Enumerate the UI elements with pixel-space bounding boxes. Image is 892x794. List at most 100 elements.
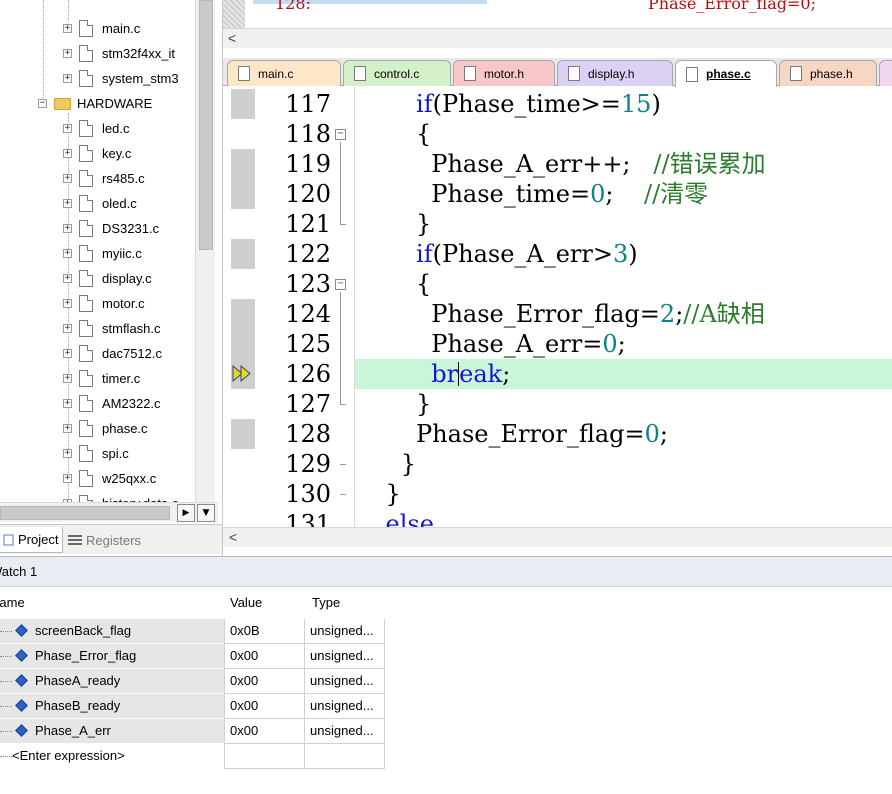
tree-item-oled-c[interactable]: + oled.c — [63, 191, 137, 216]
scroll-down-icon[interactable]: ▼ — [197, 504, 215, 522]
code-line[interactable]: if(Phase_time>=15) — [355, 89, 892, 119]
watch-name-cell[interactable]: screenBack_flag — [0, 619, 224, 643]
tab-next[interactable] — [879, 60, 892, 86]
breakpoint-margin[interactable] — [231, 179, 255, 209]
fold-toggle-icon[interactable]: − — [335, 279, 346, 290]
column-header-type[interactable]: Type — [312, 591, 340, 615]
tree-item-display-c[interactable]: + display.c — [63, 266, 152, 291]
expand-icon[interactable]: + — [63, 299, 72, 308]
watch-value-cell[interactable]: 0x0B — [224, 619, 305, 644]
code-line[interactable]: Phase_Error_flag=2;//A缺相 — [355, 299, 892, 329]
tree-item-main-c[interactable]: + main.c — [63, 16, 140, 41]
expand-icon[interactable]: + — [63, 324, 72, 333]
tab-project[interactable]: Project — [0, 527, 64, 553]
tab-phase-c[interactable]: phase.c — [675, 60, 777, 87]
tree-item-stm32f4xx-it[interactable]: + stm32f4xx_it — [63, 41, 175, 66]
tree-item-system-stm32[interactable]: + system_stm3 — [63, 66, 179, 91]
expand-icon[interactable]: + — [63, 149, 72, 158]
fold-toggle-icon[interactable]: − — [335, 129, 346, 140]
scroll-left-icon[interactable]: < — [228, 30, 236, 46]
tree-horizontal-scrollbar[interactable]: ▶ ▼ — [0, 502, 218, 522]
watch-name-cell[interactable]: PhaseB_ready — [0, 694, 224, 718]
expand-icon[interactable]: + — [63, 49, 72, 58]
expand-icon[interactable]: + — [63, 424, 72, 433]
scrollbar-thumb[interactable] — [0, 506, 170, 520]
tree-item-am2322-c[interactable]: + AM2322.c — [63, 391, 161, 416]
expand-icon[interactable]: + — [63, 174, 72, 183]
breakpoint-margin[interactable] — [231, 329, 255, 359]
tree-item-led-c[interactable]: + led.c — [63, 116, 129, 141]
expand-icon[interactable]: + — [63, 374, 72, 383]
code-line[interactable]: if(Phase_A_err>3) — [355, 239, 892, 269]
code-line[interactable]: Phase_time=0; //清零 — [355, 179, 892, 209]
expand-icon[interactable]: + — [63, 349, 72, 358]
expand-icon[interactable]: + — [63, 449, 72, 458]
expand-icon[interactable]: + — [63, 74, 72, 83]
expand-icon[interactable]: + — [63, 399, 72, 408]
code-line[interactable]: Phase_A_err++; //错误累加 — [355, 149, 892, 179]
code-line[interactable]: Phase_A_err=0; — [355, 329, 892, 359]
scroll-left-icon[interactable]: < — [229, 529, 237, 545]
scroll-right-icon[interactable]: ▶ — [177, 504, 195, 522]
watch-value-cell[interactable]: 0x00 — [224, 719, 305, 744]
breakpoint-margin[interactable] — [231, 239, 255, 269]
tree-folder-label: HARDWARE — [77, 96, 153, 111]
code-horizontal-scrollbar[interactable]: < — [223, 527, 892, 547]
tab-registers[interactable]: Registers — [64, 527, 145, 553]
code-line[interactable]: } — [355, 209, 892, 239]
watch-name-cell[interactable]: Phase_A_err — [0, 719, 224, 743]
tab-display-h[interactable]: display.h — [557, 60, 673, 86]
peek-horizontal-scrollbar[interactable]: < — [223, 28, 892, 48]
scrollbar-thumb[interactable] — [199, 0, 213, 250]
expand-icon[interactable]: + — [63, 199, 72, 208]
code-editor[interactable]: 117 118−119 120 121 122 123−124 125 126 127 128 12… — [223, 87, 892, 527]
code-line[interactable]: { — [355, 119, 892, 149]
watch-value-cell[interactable]: 0x00 — [224, 644, 305, 669]
tree-item-ds3231-c[interactable]: + DS3231.c — [63, 216, 159, 241]
code-line[interactable]: { — [355, 269, 892, 299]
variable-icon — [15, 699, 28, 712]
expand-icon[interactable]: + — [63, 224, 72, 233]
tree-item-stmflash-c[interactable]: + stmflash.c — [63, 316, 161, 341]
column-header-value[interactable]: Value — [230, 591, 262, 615]
watch-type-cell: unsigned... — [305, 669, 385, 694]
tab-motor-h[interactable]: motor.h — [453, 60, 555, 86]
expand-icon[interactable]: + — [63, 124, 72, 133]
expand-icon[interactable]: + — [63, 274, 72, 283]
tree-item-timer-c[interactable]: + timer.c — [63, 366, 140, 391]
tree-vertical-scrollbar[interactable] — [195, 0, 215, 502]
code-line[interactable]: break; — [355, 359, 892, 389]
breakpoint-margin[interactable] — [231, 419, 255, 449]
code-line[interactable]: else — [355, 509, 892, 527]
column-header-name[interactable]: Name — [0, 591, 25, 615]
watch-name-cell[interactable]: PhaseA_ready — [0, 669, 224, 693]
expand-icon[interactable]: + — [63, 474, 72, 483]
code-line[interactable]: } — [355, 389, 892, 419]
tree-item-phase-c[interactable]: + phase.c — [63, 416, 148, 441]
watch-value-cell[interactable]: 0x00 — [224, 694, 305, 719]
tab-main-c[interactable]: main.c — [227, 60, 341, 86]
code-line[interactable]: } — [355, 449, 892, 479]
tree-item-motor-c[interactable]: + motor.c — [63, 291, 145, 316]
tree-item-myiic-c[interactable]: + myiic.c — [63, 241, 142, 266]
tree-item-spi-c[interactable]: + spi.c — [63, 441, 129, 466]
breakpoint-margin[interactable] — [231, 299, 255, 329]
watch-value-cell[interactable]: 0x00 — [224, 669, 305, 694]
tree-item-key-c[interactable]: + key.c — [63, 141, 131, 166]
collapse-icon[interactable]: − — [38, 99, 47, 108]
tab-phase-h[interactable]: phase.h — [779, 60, 877, 86]
tree-item-w25qxx-c[interactable]: + w25qxx.c — [63, 466, 156, 491]
enter-expression-cell[interactable]: <Enter expression> — [0, 744, 224, 768]
breakpoint-margin[interactable] — [231, 149, 255, 179]
expand-icon[interactable]: + — [63, 24, 72, 33]
watch-value-cell[interactable] — [224, 744, 305, 769]
tree-item-dac7512-c[interactable]: + dac7512.c — [63, 341, 162, 366]
tree-item-rs485-c[interactable]: + rs485.c — [63, 166, 145, 191]
code-line[interactable]: Phase_Error_flag=0; — [355, 419, 892, 449]
watch-name-cell[interactable]: Phase_Error_flag — [0, 644, 224, 668]
breakpoint-margin[interactable] — [231, 89, 255, 119]
tab-control-c[interactable]: control.c — [343, 60, 451, 86]
code-line[interactable]: } — [355, 479, 892, 509]
expand-icon[interactable]: + — [63, 249, 72, 258]
tree-folder-hardware[interactable]: − HARDWARE — [38, 91, 152, 116]
